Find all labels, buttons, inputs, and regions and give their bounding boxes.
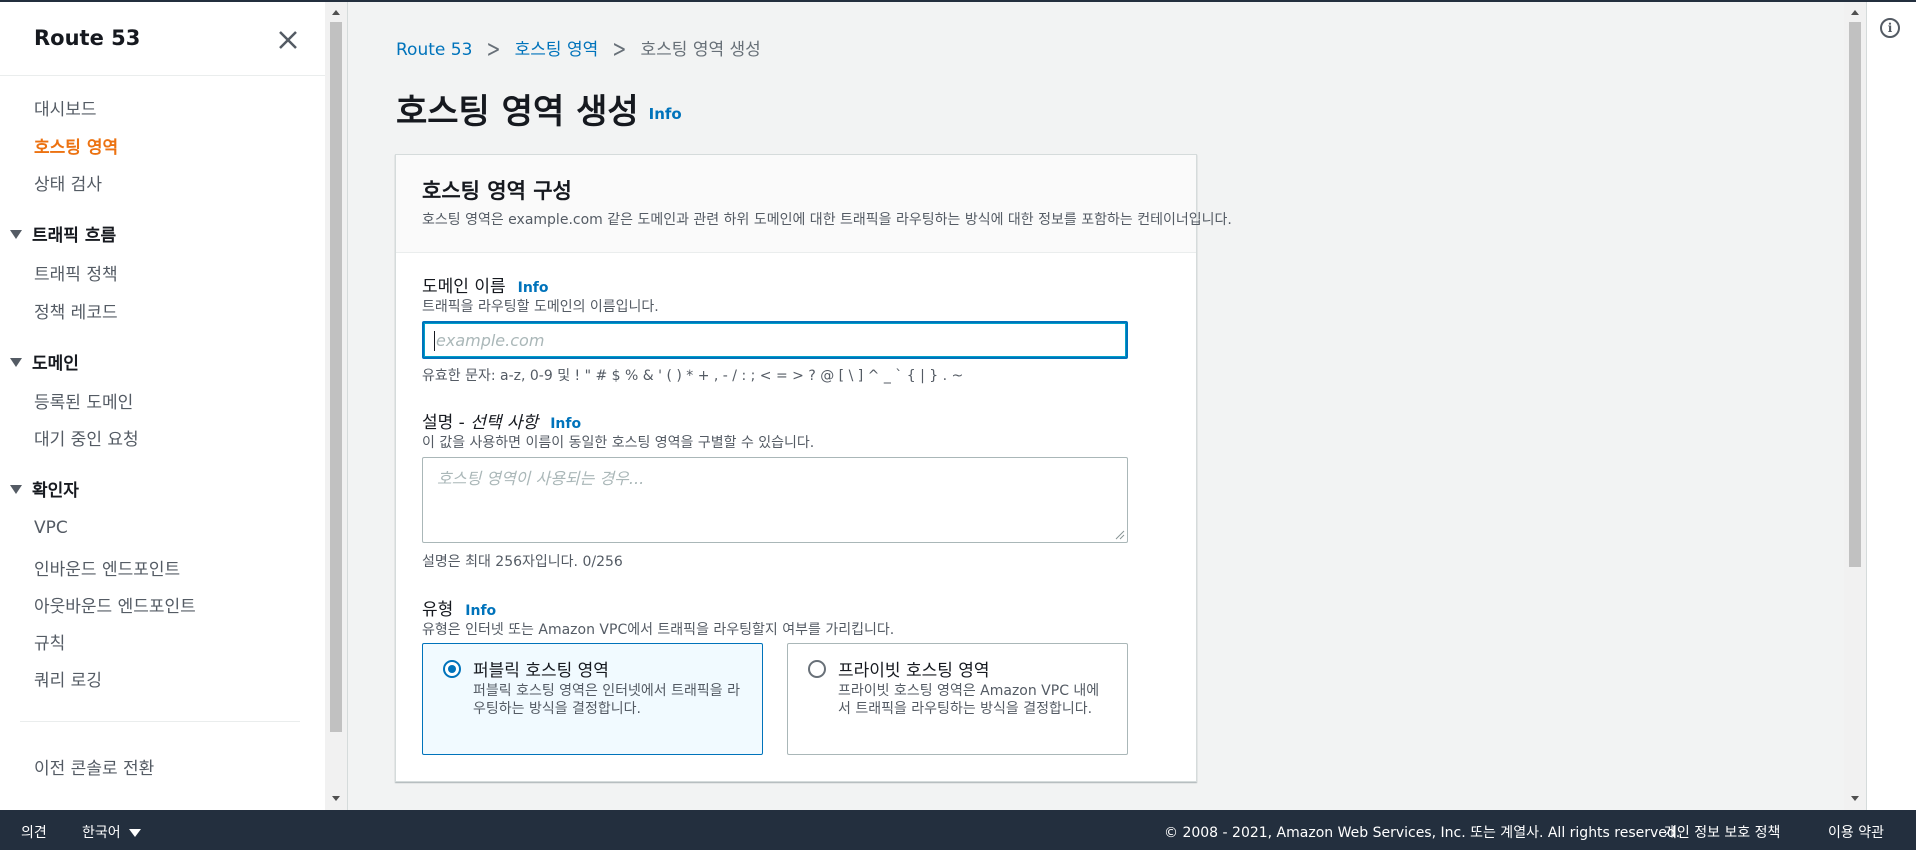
sidebar-item-policy-records[interactable]: 정책 레코드 (34, 298, 118, 323)
sidebar-item-dashboard[interactable]: 대시보드 (34, 95, 97, 120)
comment-description: 이 값을 사용하면 이름이 동일한 호스팅 영역을 구별할 수 있습니다. (422, 435, 815, 451)
side-navigation: Route 53 대시보드 호스팅 영역 상태 검사 트래픽 흐름 트래픽 정책… (0, 2, 325, 810)
sidebar-section-label: 트래픽 흐름 (32, 226, 117, 246)
sidebar-item-traffic-policies[interactable]: 트래픽 정책 (34, 260, 118, 285)
sidebar-item-inbound-endpoints[interactable]: 인바운드 엔드포인트 (34, 555, 180, 580)
domain-name-info-link[interactable]: Info (518, 280, 549, 296)
feedback-link[interactable]: 의견 (21, 822, 47, 842)
comment-label-optional: 선택 사항 (470, 413, 539, 433)
comment-label: 설명 - 선택 사항 Info (422, 408, 581, 433)
chevron-right-icon: > (612, 36, 627, 64)
type-label: 유형 Info (422, 595, 496, 620)
comment-placeholder: 호스팅 영역이 사용되는 경우... (437, 469, 645, 488)
scroll-up-icon[interactable] (1851, 10, 1859, 15)
caret-down-icon (10, 357, 22, 367)
sidebar-header: Route 53 (0, 2, 325, 76)
sidebar-item-rules[interactable]: 규칙 (34, 629, 65, 654)
sidebar-section-domains[interactable]: 도메인 (10, 349, 79, 374)
info-link[interactable]: Info (649, 105, 682, 123)
privacy-policy-link[interactable]: 개인 정보 보호 정책 (1664, 822, 1780, 842)
breadcrumb-route53[interactable]: Route 53 (396, 40, 472, 60)
type-info-link[interactable]: Info (465, 603, 496, 619)
panel-title: 호스팅 영역 구성 (422, 179, 572, 203)
private-hosted-zone-radio[interactable] (808, 660, 826, 678)
sidebar-divider (20, 721, 300, 722)
private-hosted-zone-tile[interactable]: 프라이빗 호스팅 영역 프라이빗 호스팅 영역은 Amazon VPC 내에서 … (787, 643, 1128, 755)
panel-header: 호스팅 영역 구성 호스팅 영역은 example.com 같은 도메인과 관련… (396, 155, 1232, 253)
caret-down-icon (10, 229, 22, 239)
private-hosted-zone-title: 프라이빗 호스팅 영역 (838, 661, 990, 681)
sidebar-item-outbound-endpoints[interactable]: 아웃바운드 엔드포인트 (34, 592, 196, 617)
sidebar-title[interactable]: Route 53 (34, 26, 140, 50)
sidebar-section-label: 도메인 (32, 354, 79, 374)
footer: 의견 한국어 © 2008 - 2021, Amazon Web Service… (0, 810, 1916, 850)
domain-name-constraint: 유효한 문자: a-z, 0-9 및 ! " # $ % & ' ( ) * +… (422, 368, 964, 384)
scroll-down-icon[interactable] (1851, 796, 1859, 801)
close-icon[interactable] (276, 28, 300, 52)
public-hosted-zone-tile[interactable]: 퍼블릭 호스팅 영역 퍼블릭 호스팅 영역은 인터넷에서 트래픽을 라우팅하는 … (422, 643, 763, 755)
sidebar-item-query-logging[interactable]: 쿼리 로깅 (34, 666, 102, 691)
switch-console-link[interactable]: 이전 콘솔로 전환 (34, 754, 154, 779)
page-title-text: 호스팅 영역 생성 (396, 92, 639, 132)
public-hosted-zone-description: 퍼블릭 호스팅 영역은 인터넷에서 트래픽을 라우팅하는 방식을 결정합니다. (473, 683, 740, 717)
content-divider (347, 2, 348, 810)
sidebar-item-registered-domains[interactable]: 등록된 도메인 (34, 388, 133, 413)
type-description: 유형은 인터넷 또는 Amazon VPC에서 트래픽을 라우팅할지 여부를 가… (422, 622, 895, 638)
resize-grip-icon[interactable] (1115, 530, 1125, 540)
tools-panel: i (1866, 2, 1916, 810)
sidebar-section-label: 확인자 (32, 481, 79, 501)
chevron-right-icon: > (486, 36, 501, 64)
hosted-zone-configuration-panel: 호스팅 영역 구성 호스팅 영역은 example.com 같은 도메인과 관련… (395, 154, 1232, 782)
domain-name-label-text: 도메인 이름 (422, 277, 506, 297)
comment-label-text: 설명 - (422, 413, 471, 433)
breadcrumb: Route 53 > 호스팅 영역 > 호스팅 영역 생성 (396, 35, 761, 64)
sidebar-item-vpcs[interactable]: VPC (34, 518, 68, 538)
main-scrollbar[interactable] (1844, 2, 1866, 810)
scroll-up-icon[interactable] (332, 10, 340, 15)
sidebar-item-hosted-zones[interactable]: 호스팅 영역 (34, 133, 118, 158)
terms-link[interactable]: 이용 약관 (1828, 822, 1884, 842)
language-selector[interactable]: 한국어 (82, 822, 141, 842)
type-label-text: 유형 (422, 600, 454, 620)
domain-name-description: 트래픽을 라우팅할 도메인의 이름입니다. (422, 299, 659, 315)
scroll-down-icon[interactable] (332, 796, 340, 801)
caret-down-icon (128, 829, 141, 837)
sidebar-item-pending-requests[interactable]: 대기 중인 요청 (34, 425, 139, 450)
domain-name-input[interactable]: example.com (422, 321, 1128, 359)
domain-name-label: 도메인 이름 Info (422, 272, 549, 297)
comment-textarea[interactable]: 호스팅 영역이 사용되는 경우... (422, 457, 1128, 543)
private-hosted-zone-description: 프라이빗 호스팅 영역은 Amazon VPC 내에서 트래픽을 라우팅하는 방… (838, 683, 1100, 717)
domain-name-placeholder: example.com (436, 331, 545, 350)
sidebar-section-resolver[interactable]: 확인자 (10, 476, 79, 501)
info-icon[interactable]: i (1880, 18, 1900, 38)
caret-down-icon (10, 484, 22, 494)
copyright-text: © 2008 - 2021, Amazon Web Services, Inc.… (1164, 825, 1681, 841)
comment-info-link[interactable]: Info (550, 416, 581, 432)
public-hosted-zone-title: 퍼블릭 호스팅 영역 (473, 661, 609, 681)
main-scroll-thumb[interactable] (1849, 22, 1861, 567)
sidebar-scroll-thumb[interactable] (330, 22, 342, 732)
comment-constraint: 설명은 최대 256자입니다. 0/256 (422, 554, 623, 570)
panel-description: 호스팅 영역은 example.com 같은 도메인과 관련 하위 도메인에 대… (422, 212, 1232, 228)
public-hosted-zone-radio[interactable] (443, 660, 461, 678)
language-label: 한국어 (82, 825, 121, 841)
text-caret (434, 331, 435, 351)
sidebar-item-health-checks[interactable]: 상태 검사 (34, 170, 102, 195)
sidebar-scrollbar[interactable] (325, 2, 347, 810)
sidebar-section-traffic-flow[interactable]: 트래픽 흐름 (10, 221, 116, 246)
breadcrumb-current: 호스팅 영역 생성 (640, 40, 761, 60)
breadcrumb-hosted-zones[interactable]: 호스팅 영역 (515, 40, 599, 60)
page-title: 호스팅 영역 생성 Info (396, 84, 682, 133)
